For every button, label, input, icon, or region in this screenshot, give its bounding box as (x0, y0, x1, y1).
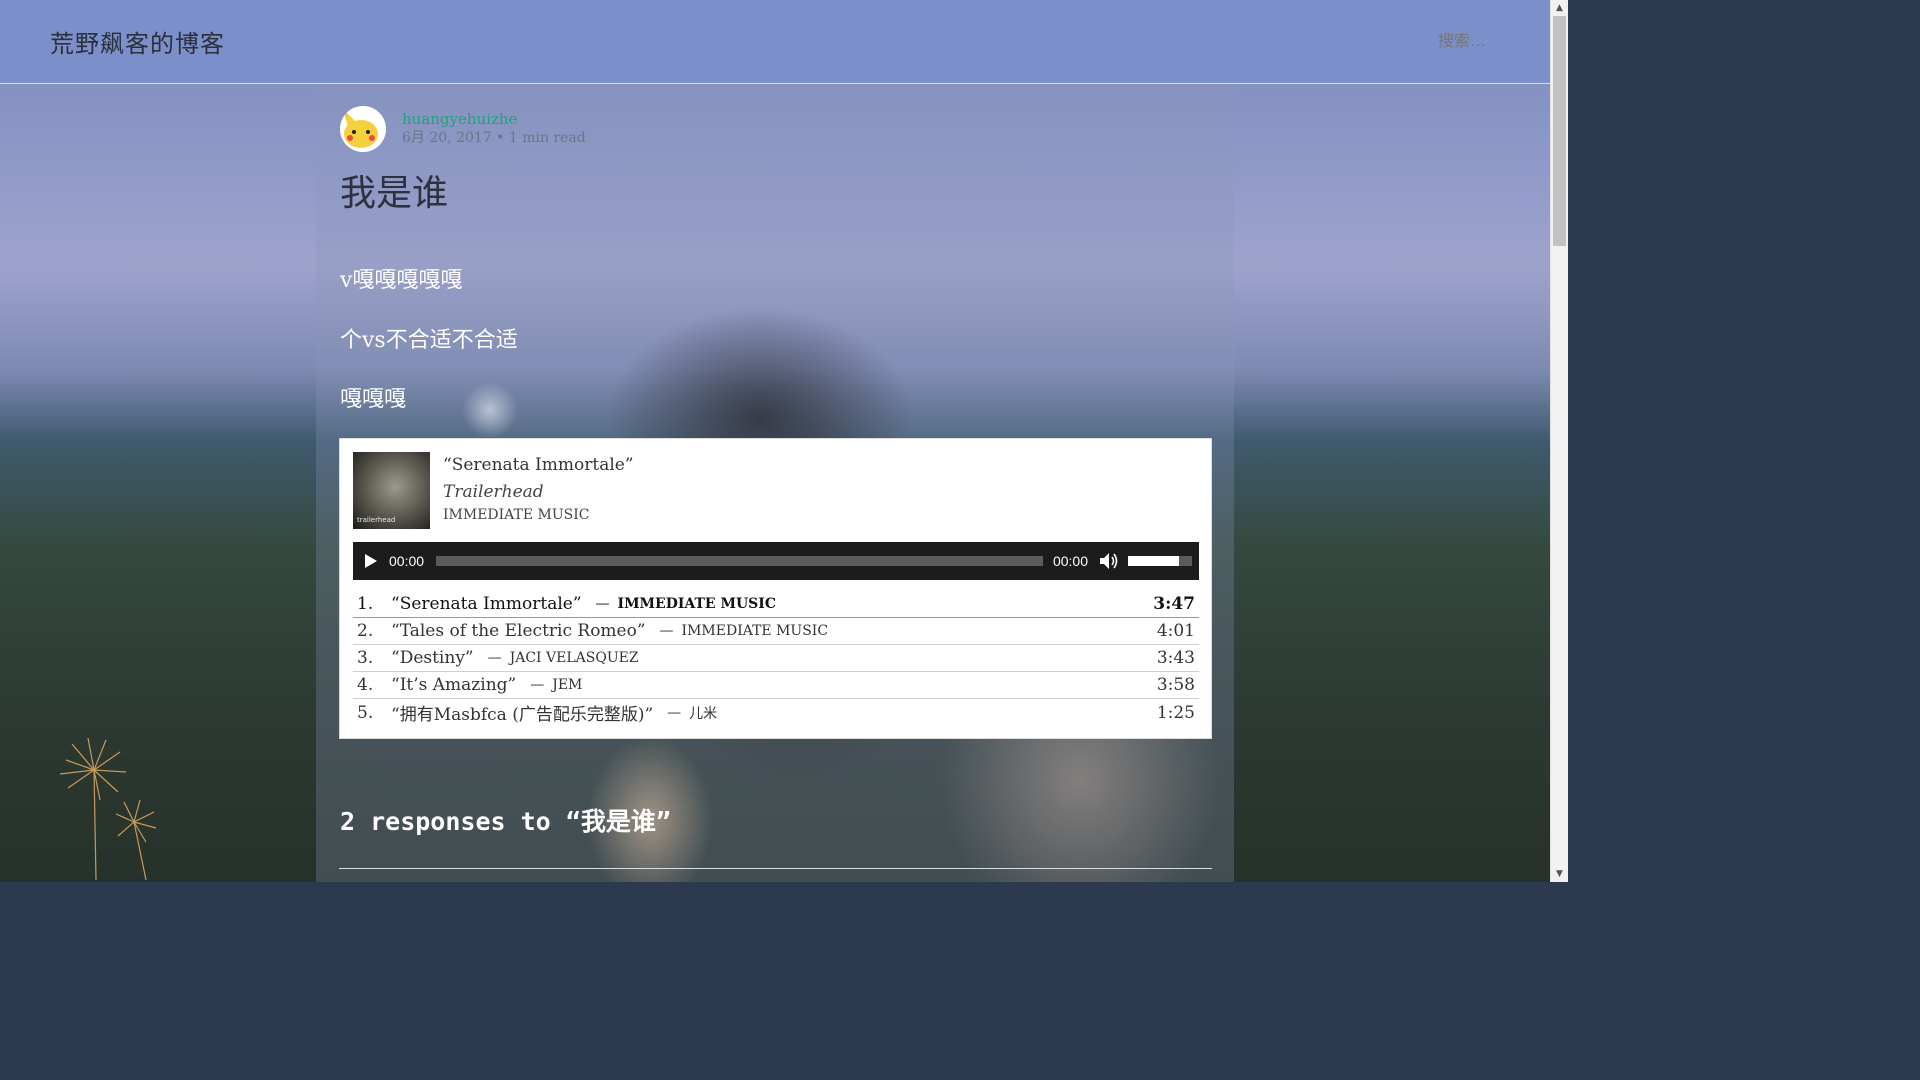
track-duration: 3:58 (1156, 675, 1195, 695)
volume-slider[interactable] (1128, 556, 1192, 566)
playlist-item[interactable]: 3. “Destiny” — JACI VELASQUEZ 3:43 (353, 645, 1199, 672)
site-title[interactable]: 荒野飙客的博客 (50, 24, 225, 59)
arrow-up-icon[interactable]: ▲ (1551, 0, 1568, 16)
now-playing-album: Trailerhead (443, 482, 544, 502)
track-number: 1. (357, 594, 374, 614)
play-button[interactable] (361, 551, 381, 571)
author-link[interactable]: huangyehuizhe (402, 110, 586, 128)
track-artist: IMMEDIATE MUSIC (681, 623, 829, 639)
track-title: “Tales of the Electric Romeo” (391, 621, 646, 641)
track-separator: — (530, 677, 545, 693)
track-artist: IMMEDIATE MUSIC (617, 596, 776, 612)
track-title: “Destiny” (391, 648, 474, 668)
now-playing-title: “Serenata Immortale” (443, 455, 634, 475)
progress-bar[interactable] (436, 556, 1043, 566)
dandelion-decoration (59, 737, 157, 881)
track-separator: — (667, 704, 682, 721)
playlist-item[interactable]: 1. “Serenata Immortale” — IMMEDIATE MUSI… (353, 591, 1199, 618)
track-separator: — (659, 623, 674, 639)
track-duration: 3:47 (1153, 594, 1195, 614)
now-playing-artist: IMMEDIATE MUSIC (443, 507, 590, 523)
track-title: “Serenata Immortale” (391, 594, 582, 614)
track-separator: — (595, 596, 610, 612)
playlist-item[interactable]: 4. “It’s Amazing” — JEM 3:58 (353, 672, 1199, 699)
track-number: 4. (357, 675, 374, 695)
volume-icon (1100, 553, 1118, 569)
volume-level (1128, 556, 1180, 566)
album-cover-label: trailerhead (357, 516, 396, 524)
comments-divider (339, 868, 1212, 869)
track-artist: JACI VELASQUEZ (509, 650, 639, 666)
track-artist: 儿米 (689, 705, 718, 722)
track-title: “It’s Amazing” (391, 675, 517, 695)
page-scrollbar[interactable]: ▲ ▼ (1550, 0, 1568, 882)
track-artist: JEM (552, 677, 583, 693)
current-time: 00:00 (389, 553, 425, 569)
comments-heading: 2 responses to “我是谁” (340, 807, 671, 836)
playlist: 1. “Serenata Immortale” — IMMEDIATE MUSI… (353, 591, 1199, 726)
post-paragraph: 嘎嘎嘎 (340, 387, 407, 412)
post-paragraph: v嘎嘎嘎嘎嘎 (340, 268, 463, 293)
search-input[interactable] (1366, 32, 1486, 51)
avatar[interactable] (340, 106, 386, 152)
track-duration: 3:43 (1156, 648, 1195, 668)
player-controls: 00:00 00:00 (353, 542, 1199, 580)
track-number: 2. (357, 621, 374, 641)
post-date: 6月 20, 2017 • 1 min read (402, 130, 586, 146)
post-meta: huangyehuizhe 6月 20, 2017 • 1 min read (340, 106, 586, 152)
album-cover: trailerhead (353, 452, 430, 529)
playlist-item[interactable]: 2. “Tales of the Electric Romeo” — IMMED… (353, 618, 1199, 645)
track-number: 3. (357, 648, 374, 668)
article-column: huangyehuizhe 6月 20, 2017 • 1 min read 我… (316, 84, 1234, 882)
scrollbar-thumb[interactable] (1553, 16, 1566, 246)
track-title: “拥有Masbfca (广告配乐完整版)” (391, 705, 654, 725)
mute-button[interactable] (1098, 551, 1120, 571)
arrow-down-icon[interactable]: ▼ (1551, 866, 1568, 882)
post-paragraph: 个vs不合适不合适 (340, 328, 518, 353)
track-duration: 4:01 (1156, 621, 1195, 641)
play-icon (365, 554, 377, 568)
site-header: 荒野飙客的博客 (0, 0, 1550, 84)
pikachu-avatar-icon (340, 106, 386, 152)
post-title: 我是谁 (340, 173, 449, 214)
audio-playlist-player: trailerhead “Serenata Immortale” Trailer… (339, 438, 1212, 739)
duration-time: 00:00 (1052, 553, 1088, 569)
playlist-item[interactable]: 5. “拥有Masbfca (广告配乐完整版)” — 儿米 1:25 (353, 699, 1199, 726)
track-number: 5. (357, 702, 374, 723)
track-duration: 1:25 (1156, 702, 1195, 723)
track-separator: — (487, 650, 502, 666)
